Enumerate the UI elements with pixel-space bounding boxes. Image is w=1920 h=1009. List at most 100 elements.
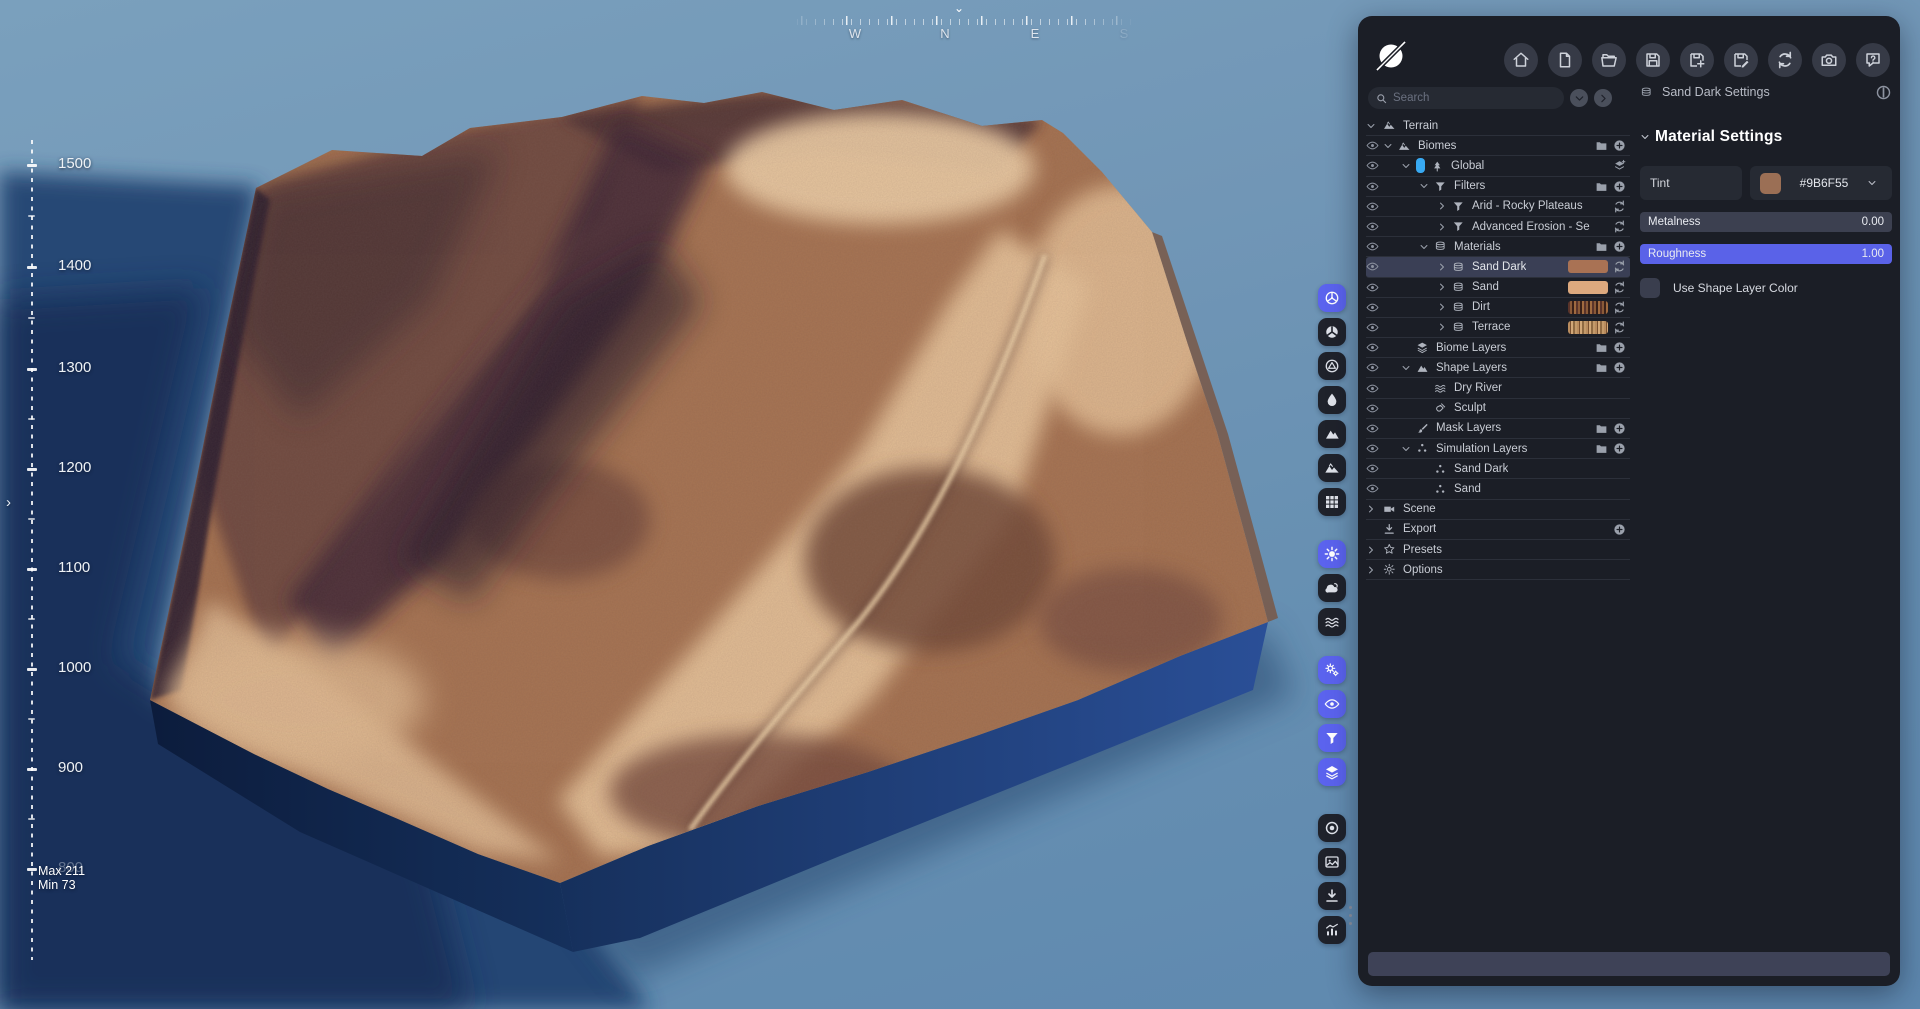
tree-row-sim-sand-dark[interactable]: Sand Dark (1366, 459, 1630, 480)
left-panel-expand-chevron-icon[interactable]: › (6, 494, 11, 511)
tree-row-terrain[interactable]: Terrain (1366, 116, 1630, 137)
tree-row-shape-layers[interactable]: Shape Layers (1366, 358, 1630, 379)
add-layer-icon[interactable] (1613, 159, 1626, 172)
eye-icon[interactable] (1366, 180, 1383, 193)
eye-icon[interactable] (1366, 442, 1383, 455)
material-swatch[interactable] (1568, 280, 1608, 294)
eye-icon[interactable] (1366, 321, 1383, 334)
folder-icon[interactable] (1595, 180, 1608, 193)
folder-icon[interactable] (1595, 442, 1608, 455)
add-icon[interactable] (1613, 523, 1626, 536)
chevron-right-icon[interactable] (1366, 545, 1383, 555)
add-icon[interactable] (1613, 442, 1626, 455)
add-icon[interactable] (1613, 180, 1626, 193)
folder-icon[interactable] (1595, 240, 1608, 253)
tree-row-sim-sand[interactable]: Sand (1366, 479, 1630, 500)
roughness-slider[interactable]: Roughness 1.00 (1640, 244, 1892, 264)
expand-all-button[interactable] (1594, 89, 1612, 107)
download-icon[interactable] (1318, 882, 1346, 910)
layers-icon[interactable] (1318, 758, 1346, 786)
tree-row-mask-layers[interactable]: Mask Layers (1366, 419, 1630, 439)
eye-icon[interactable] (1366, 382, 1383, 395)
collapse-all-button[interactable] (1570, 89, 1588, 107)
refresh-icon[interactable] (1613, 220, 1626, 233)
folder-icon[interactable] (1595, 139, 1608, 152)
eye-icon[interactable] (1366, 341, 1383, 354)
chevron-right-icon[interactable] (1366, 504, 1383, 514)
chevron-down-icon[interactable] (1419, 242, 1434, 252)
tree-row-dirt[interactable]: Dirt (1366, 298, 1630, 318)
tree-row-advanced-erosion[interactable]: Advanced Erosion - Se (1366, 217, 1630, 238)
record-icon[interactable] (1318, 814, 1346, 842)
globe-filled-icon[interactable] (1318, 318, 1346, 346)
tint-color-picker[interactable]: #9B6F55 (1750, 166, 1892, 200)
sun-icon[interactable] (1318, 540, 1346, 568)
chevron-down-icon[interactable] (1401, 161, 1416, 171)
tree-row-terrace[interactable]: Terrace (1366, 318, 1630, 339)
tree-row-presets[interactable]: Presets (1366, 540, 1630, 561)
stats-chart-icon[interactable] (1318, 916, 1346, 944)
eye-icon[interactable] (1366, 422, 1383, 435)
eye-icon[interactable] (1366, 159, 1383, 172)
folder-icon[interactable] (1595, 361, 1608, 374)
chevron-down-icon[interactable] (1419, 181, 1434, 191)
visibility-eye-icon[interactable] (1318, 690, 1346, 718)
home-button[interactable] (1504, 43, 1538, 77)
grid-icon[interactable] (1318, 488, 1346, 516)
metalness-slider[interactable]: Metalness 0.00 (1640, 212, 1892, 232)
tree-row-sculpt[interactable]: Sculpt (1366, 399, 1630, 419)
add-icon[interactable] (1613, 341, 1626, 354)
open-folder-button[interactable] (1592, 43, 1626, 77)
chevron-down-icon[interactable] (1401, 444, 1416, 454)
tree-row-filters[interactable]: Filters (1366, 177, 1630, 197)
globe-ring-icon[interactable] (1318, 352, 1346, 380)
rebuild-sync-button[interactable] (1768, 43, 1802, 77)
water-drop-icon[interactable] (1318, 386, 1346, 414)
folder-icon[interactable] (1595, 341, 1608, 354)
rocky-scene-icon[interactable] (1318, 454, 1346, 482)
chevron-down-icon[interactable] (1366, 121, 1383, 131)
use-shape-layer-color-checkbox[interactable] (1640, 278, 1660, 298)
refresh-icon[interactable] (1613, 200, 1626, 213)
tree-row-scene[interactable]: Scene (1366, 500, 1630, 520)
waves-icon[interactable] (1318, 608, 1346, 636)
tree-row-materials[interactable]: Materials (1366, 237, 1630, 258)
filter-funnel-icon[interactable] (1318, 724, 1346, 752)
globe-terrain-icon[interactable] (1318, 284, 1346, 312)
chevron-right-icon[interactable] (1437, 222, 1452, 232)
eye-icon[interactable] (1366, 240, 1383, 253)
tree-row-biome-layers[interactable]: Biome Layers (1366, 338, 1630, 359)
chevron-down-icon[interactable] (1401, 363, 1416, 373)
tree-row-simulation-layers[interactable]: Simulation Layers (1366, 439, 1630, 460)
panel-pin-icon[interactable] (1875, 84, 1892, 101)
camera-snapshot-button[interactable] (1812, 43, 1846, 77)
save-button[interactable] (1636, 43, 1670, 77)
add-icon[interactable] (1613, 422, 1626, 435)
chevron-right-icon[interactable] (1366, 565, 1383, 575)
eye-icon[interactable] (1366, 281, 1383, 294)
compass-heading-strip[interactable]: ⌄ W N E S (788, 1, 1136, 46)
new-file-button[interactable] (1548, 43, 1582, 77)
tree-row-dry-river[interactable]: Dry River (1366, 378, 1630, 399)
chevron-right-icon[interactable] (1437, 282, 1452, 292)
eye-icon[interactable] (1366, 200, 1383, 213)
chevron-right-icon[interactable] (1437, 201, 1452, 211)
tree-row-arid-rocky-plateaus[interactable]: Arid - Rocky Plateaus (1366, 197, 1630, 217)
search-input[interactable] (1393, 92, 1543, 104)
add-icon[interactable] (1613, 139, 1626, 152)
refresh-icon[interactable] (1613, 321, 1626, 334)
tree-row-sand[interactable]: Sand (1366, 278, 1630, 298)
refresh-icon[interactable] (1613, 301, 1626, 314)
tree-row-options[interactable]: Options (1366, 560, 1630, 581)
tree-row-biomes[interactable]: Biomes (1366, 136, 1630, 157)
chevron-down-icon[interactable] (1383, 141, 1398, 151)
add-icon[interactable] (1613, 240, 1626, 253)
add-icon[interactable] (1613, 361, 1626, 374)
panel-resize-handle[interactable] (1349, 906, 1352, 925)
help-button[interactable] (1856, 43, 1890, 77)
snapshot-image-icon[interactable] (1318, 848, 1346, 876)
tree-row-sand-dark[interactable]: Sand Dark (1366, 257, 1630, 278)
save-edit-button[interactable] (1724, 43, 1758, 77)
eye-icon[interactable] (1366, 220, 1383, 233)
tree-row-export[interactable]: Export (1366, 520, 1630, 540)
